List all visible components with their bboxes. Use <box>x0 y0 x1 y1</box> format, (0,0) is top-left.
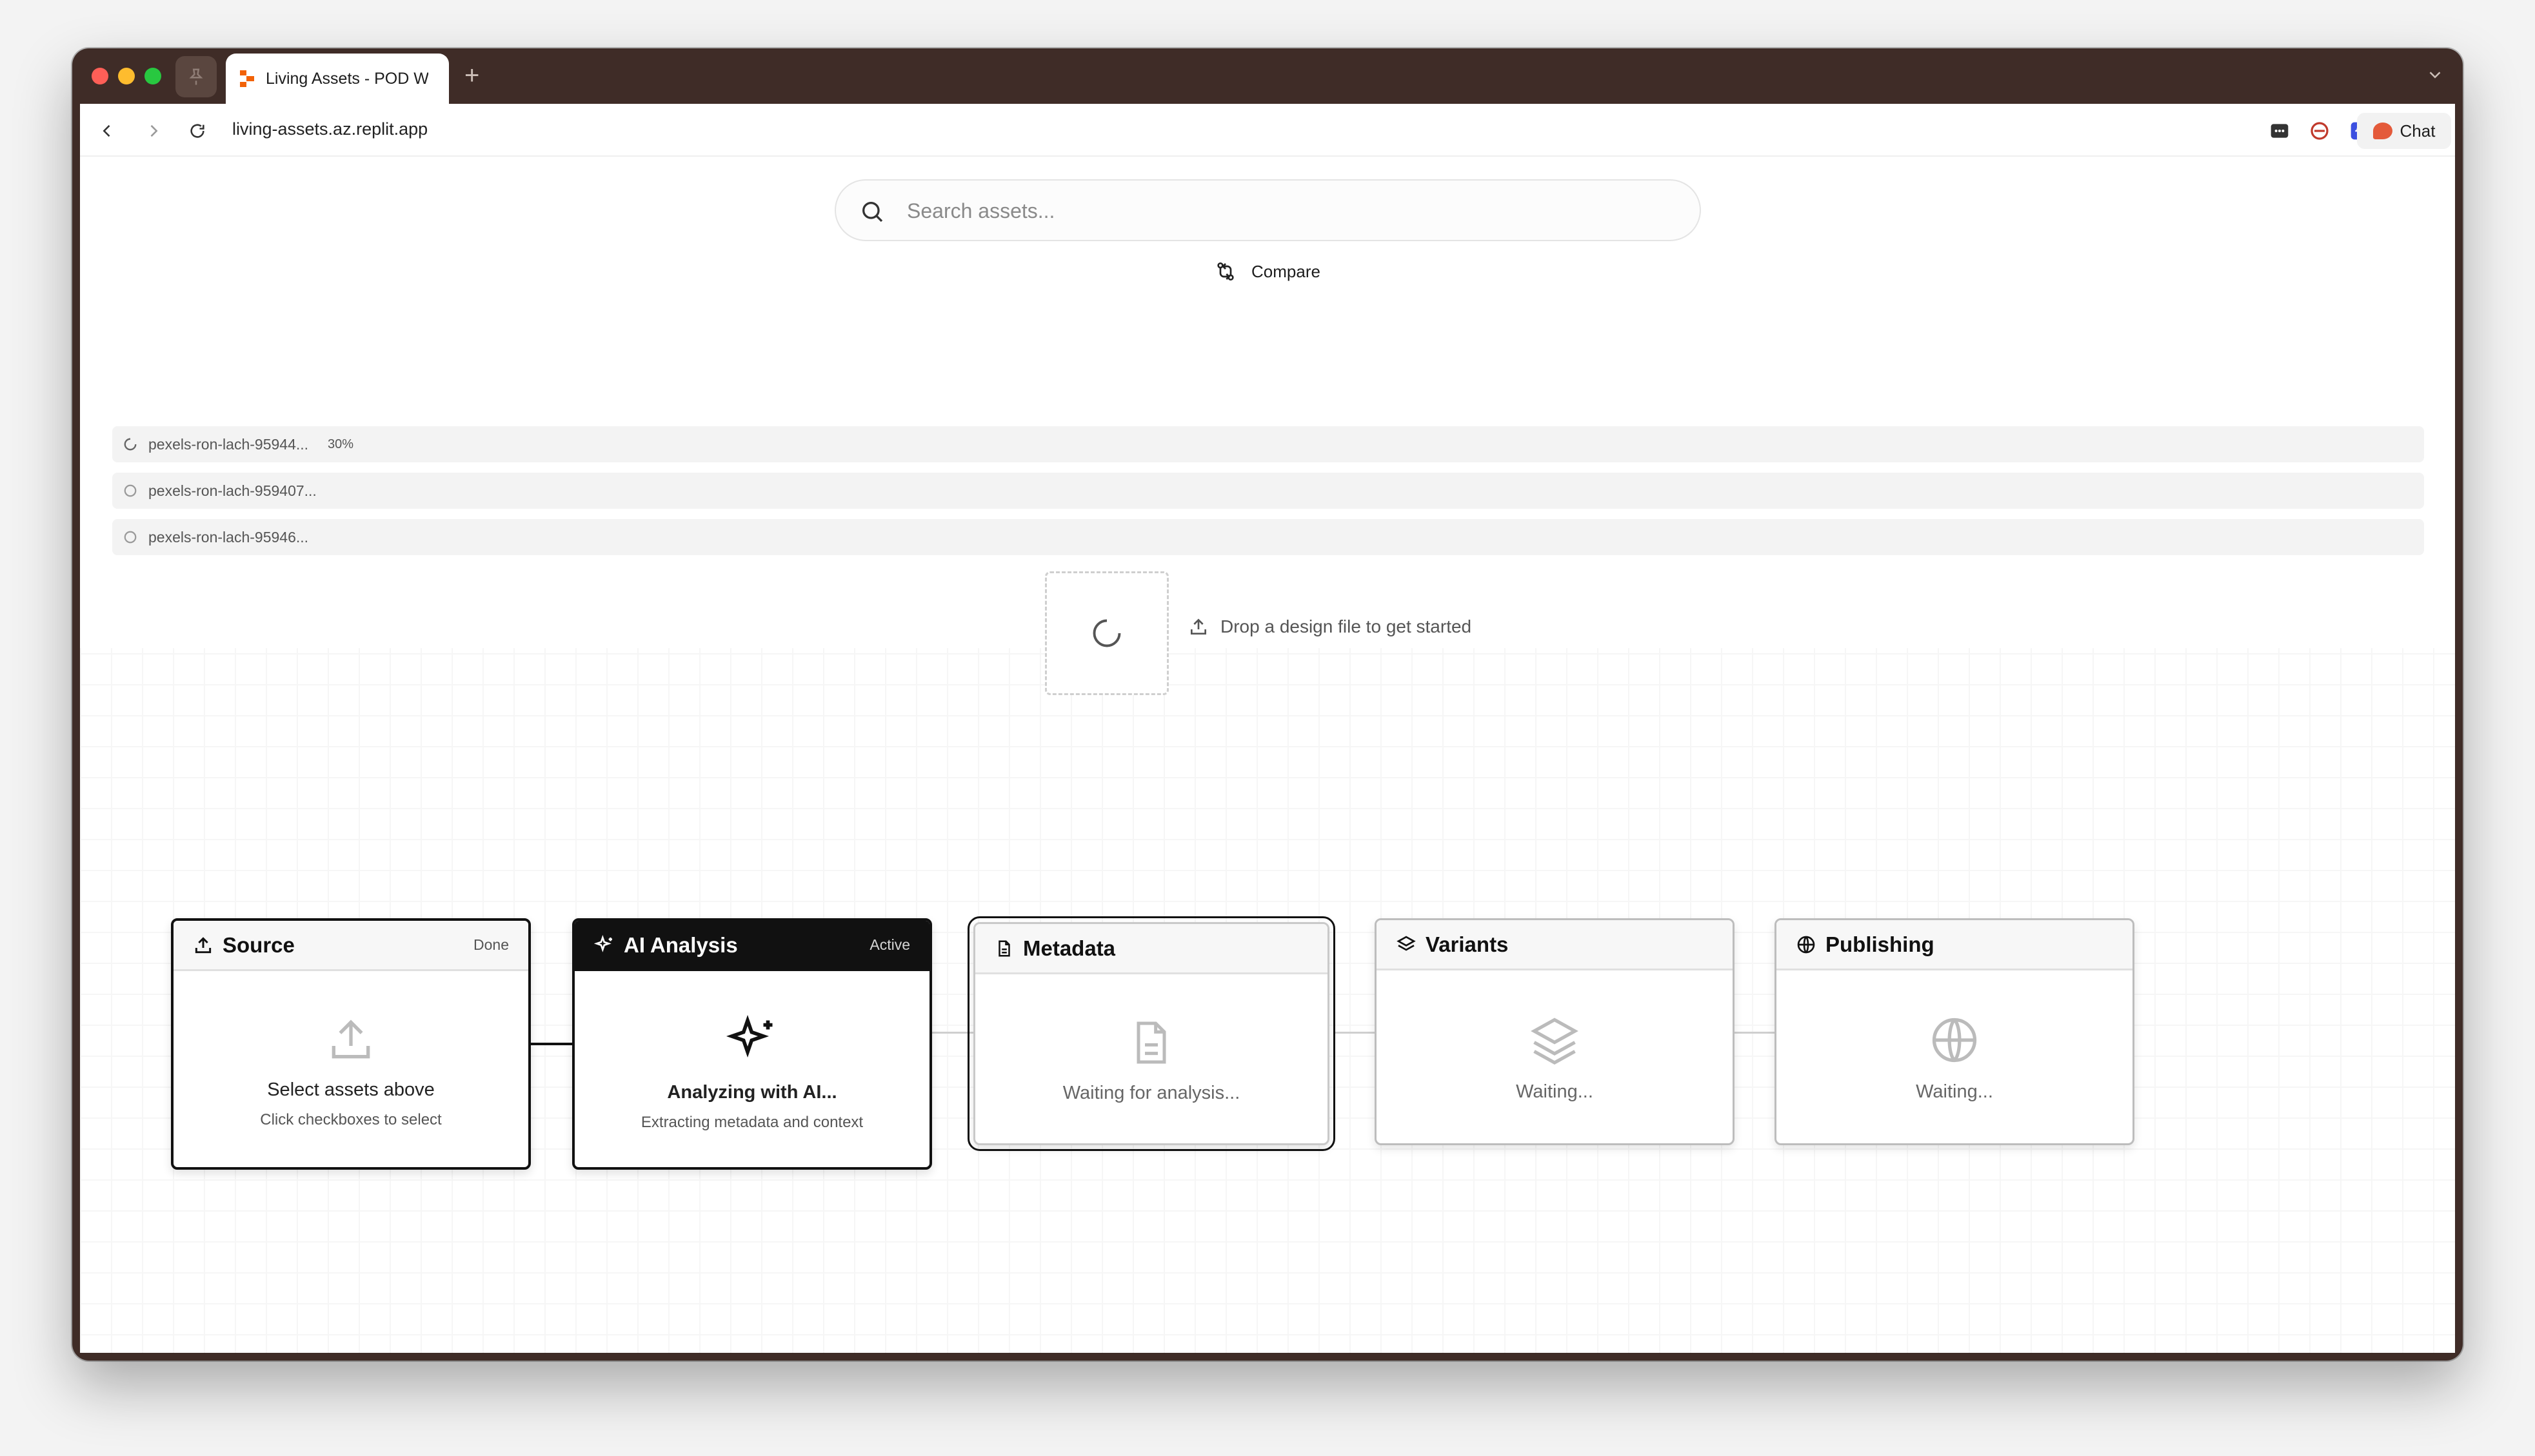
status-badge: Active <box>870 936 910 953</box>
node-message: Waiting... <box>1916 1081 1993 1102</box>
pending-circle-icon <box>123 529 138 545</box>
file-text-icon <box>1137 1021 1166 1064</box>
address-bar[interactable]: living-assets.az.replit.app <box>232 119 428 139</box>
replit-logo-icon <box>240 70 254 87</box>
back-arrow-icon <box>103 124 110 137</box>
node-header: AI Analysis Active <box>575 921 930 971</box>
upload-file-name: pexels-ron-lach-95946... <box>148 528 309 546</box>
node-header: Variants <box>1377 920 1733 970</box>
search-icon <box>862 202 883 222</box>
node-title: Metadata <box>1023 936 1116 960</box>
node-title: Variants <box>1426 932 1509 956</box>
drop-hint-text: Drop a design file to get started <box>1220 616 1472 636</box>
chat-button-label: Chat <box>2400 121 2436 141</box>
upload-item: pexels-ron-lach-959407... <box>112 473 2424 509</box>
pipeline-edge <box>1735 1032 1774 1034</box>
node-body: Waiting for analysis... <box>975 974 1327 1104</box>
node-header: Source Done <box>174 921 528 971</box>
sparkles-icon <box>726 1014 773 1058</box>
upload-icon <box>1191 618 1206 635</box>
file-text-icon <box>999 940 1010 956</box>
pipeline-edge <box>932 1032 973 1034</box>
upload-icon <box>195 936 212 953</box>
pipeline-edge <box>1335 1032 1375 1034</box>
node-message: Analyzing with AI... <box>667 1082 837 1103</box>
pin-icon <box>189 68 203 85</box>
node-title: AI Analysis <box>624 932 738 957</box>
node-title: Source <box>223 932 295 957</box>
app-page: Compare pexels-ron-lach-95944... 30% pex… <box>80 158 2455 1353</box>
layers-icon <box>1397 935 1416 951</box>
browser-window: Living Assets - POD W + living-assets.az… <box>72 48 2463 1361</box>
upload-icon <box>332 1019 370 1059</box>
blocker-extension-icon <box>2311 122 2329 140</box>
forward-arrow-icon <box>150 124 158 137</box>
title-bar: Living Assets - POD W + <box>72 48 2463 104</box>
extension-blocker-button[interactable] <box>2308 119 2331 143</box>
active-tab[interactable]: Living Assets - POD W <box>226 54 449 104</box>
upload-file-name: pexels-ron-lach-95944... <box>148 435 309 453</box>
node-subtext: Click checkboxes to select <box>260 1111 442 1128</box>
status-badge: Done <box>473 936 509 953</box>
pipeline-node-publishing[interactable]: Publishing Waiting... <box>1774 918 2134 1145</box>
dots-extension-icon <box>2271 124 2289 138</box>
forward-button[interactable] <box>139 117 168 145</box>
reload-button[interactable] <box>183 117 212 145</box>
globe-icon <box>1932 1018 1977 1063</box>
pipeline-node-variants[interactable]: Variants Waiting... <box>1375 918 1735 1145</box>
back-button[interactable] <box>93 117 121 145</box>
node-body: Waiting... <box>1776 970 2132 1103</box>
node-message: Waiting... <box>1516 1081 1593 1102</box>
pending-circle-icon <box>123 483 138 498</box>
node-body: Waiting... <box>1377 970 1733 1103</box>
loading-spinner-icon <box>123 437 138 452</box>
close-window-button[interactable] <box>92 68 108 84</box>
node-header: Metadata <box>975 924 1327 974</box>
node-message: Waiting for analysis... <box>1062 1083 1240 1103</box>
node-header: Publishing <box>1776 920 2132 970</box>
git-compare-icon <box>1217 262 1234 280</box>
extension-dots-button[interactable] <box>2268 119 2291 143</box>
browser-toolbar: living-assets.az.replit.app Chat <box>80 104 2455 157</box>
globe-icon <box>1797 936 1815 953</box>
tab-title: Living Assets - POD W <box>266 69 428 88</box>
pipeline-node-metadata[interactable]: Metadata Waiting for analysis... <box>968 916 1335 1151</box>
node-message: Select assets above <box>267 1079 435 1100</box>
pipeline-node-ai-analysis[interactable]: AI Analysis Active Analyzing with AI... … <box>572 918 932 1170</box>
layers-icon <box>1531 1018 1578 1065</box>
pipeline-node-source[interactable]: Source Done Select assets above Click ch… <box>171 918 531 1170</box>
file-dropzone[interactable] <box>1045 571 1169 695</box>
chat-bubble-icon <box>2372 123 2392 139</box>
node-title: Publishing <box>1825 932 1934 956</box>
node-body: Select assets above Click checkboxes to … <box>174 971 528 1129</box>
browser-content: living-assets.az.replit.app Chat Search … <box>80 104 2455 1353</box>
pinned-tab[interactable] <box>175 56 217 97</box>
pipeline-edge <box>531 1043 573 1045</box>
chevron-down-icon <box>2429 72 2441 79</box>
tab-list-button[interactable] <box>2425 65 2445 88</box>
upload-item: pexels-ron-lach-95946... <box>112 519 2424 555</box>
upload-file-name: pexels-ron-lach-959407... <box>148 482 317 499</box>
reload-icon <box>190 124 204 138</box>
new-tab-button[interactable]: + <box>464 61 479 90</box>
upload-item: pexels-ron-lach-95944... 30% <box>112 426 2424 462</box>
compare-label: Compare <box>1251 261 1320 281</box>
search-bar <box>835 179 1701 241</box>
search-input[interactable] <box>907 193 1668 228</box>
drop-hint: Drop a design file to get started <box>1188 616 1471 637</box>
upload-progress: 30% <box>328 437 354 451</box>
chat-button[interactable]: Chat <box>2357 113 2451 149</box>
maximize-window-button[interactable] <box>144 68 161 84</box>
compare-button[interactable]: Compare <box>1215 253 1320 290</box>
sparkles-icon <box>594 934 612 952</box>
loading-spinner-icon <box>1093 619 1121 647</box>
node-subtext: Extracting metadata and context <box>641 1114 864 1131</box>
minimize-window-button[interactable] <box>118 68 135 84</box>
node-body: Analyzing with AI... Extracting metadata… <box>575 971 930 1132</box>
